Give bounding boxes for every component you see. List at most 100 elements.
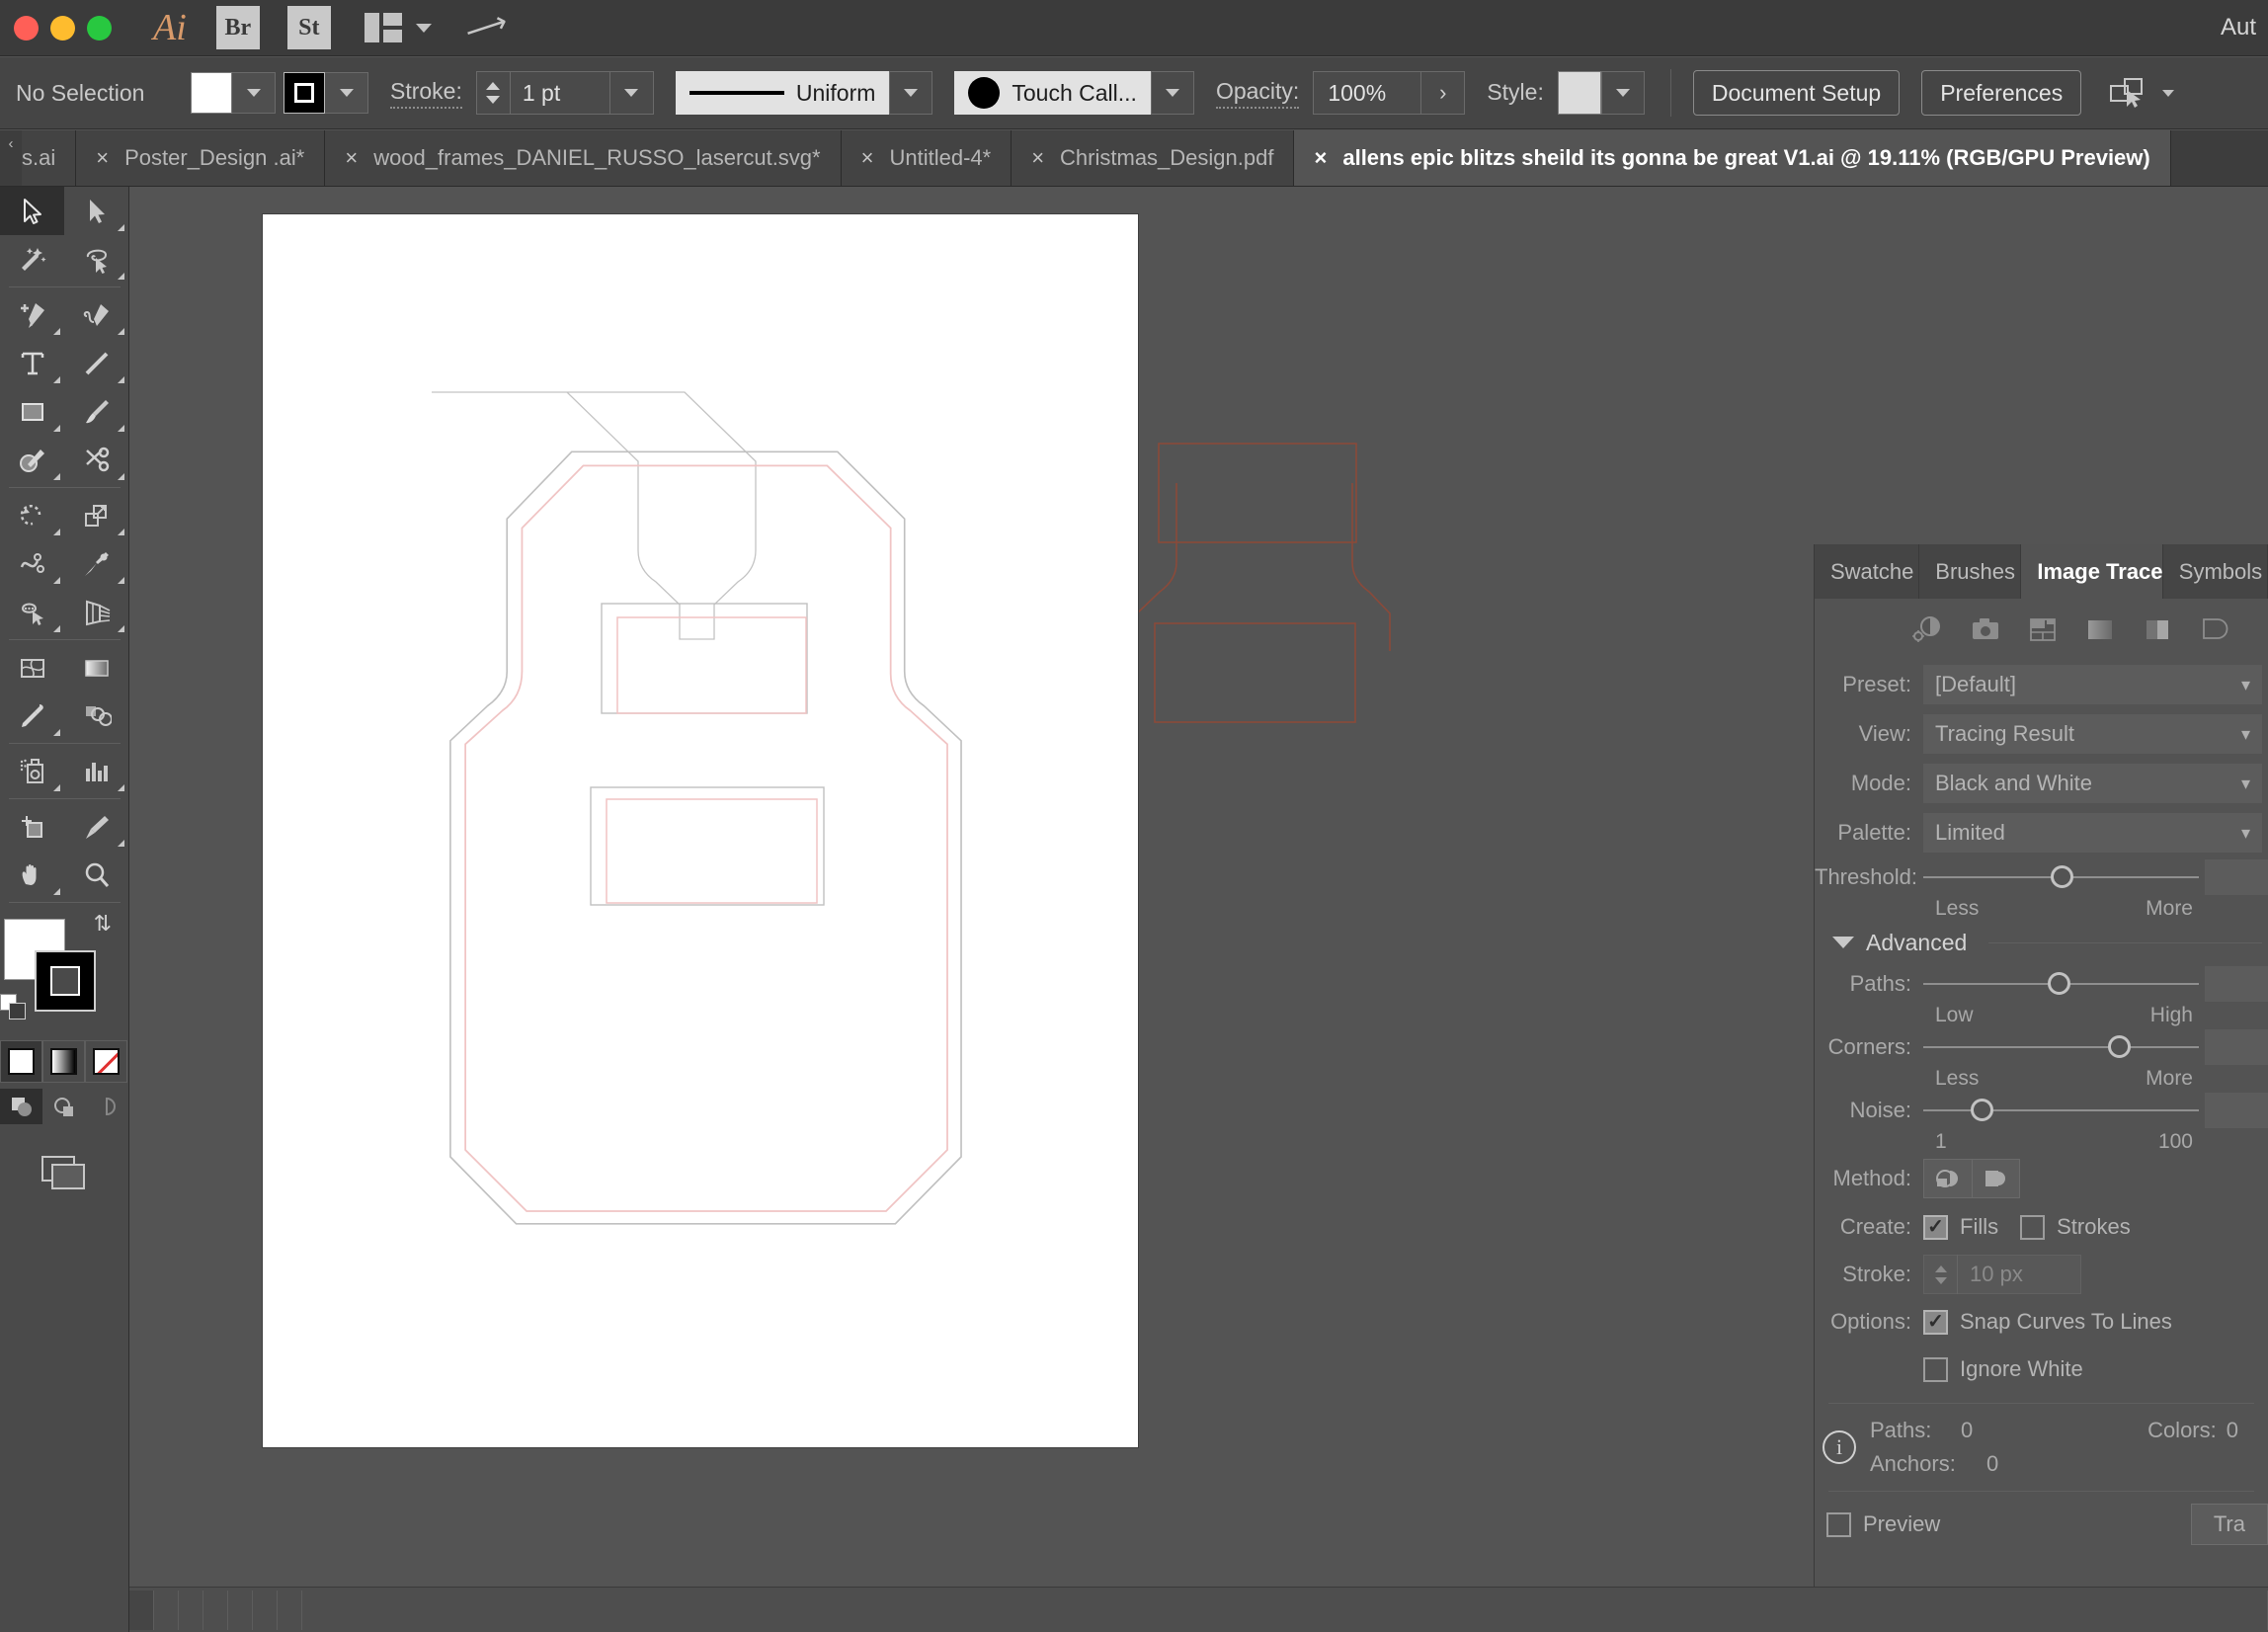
high-fidelity-photo-icon[interactable] [1969, 614, 2002, 644]
mode-select[interactable]: Black and White ▾ [1923, 764, 2262, 803]
tab-close-icon[interactable]: × [96, 145, 109, 171]
document-tab[interactable]: × wood_frames_DANIEL_RUSSO_lasercut.svg* [325, 130, 842, 186]
stroke-weight-value[interactable]: 1 pt [511, 80, 609, 107]
document-tab[interactable]: × Poster_Design .ai* [76, 130, 326, 186]
shaper-tool[interactable] [0, 436, 64, 484]
artboard[interactable] [262, 213, 1139, 1448]
noise-slider[interactable] [1923, 1091, 2199, 1130]
rectangle-tool[interactable] [0, 387, 64, 436]
maximize-window-button[interactable] [87, 15, 112, 41]
direct-selection-tool[interactable] [64, 187, 128, 235]
symbol-sprayer-tool[interactable] [0, 747, 64, 795]
none-mode-button[interactable] [85, 1040, 127, 1083]
style-chevron-down-icon[interactable] [1600, 71, 1645, 115]
mode-chevron-down-icon[interactable]: ▾ [2241, 774, 2250, 794]
close-window-button[interactable] [14, 15, 39, 41]
artboard-nav-first[interactable] [179, 1590, 203, 1630]
stroke-dropdown-chevron-icon[interactable] [325, 72, 368, 114]
stroke-weight-stepper[interactable]: 1 pt [475, 71, 654, 115]
stroke-width-spinner-icon[interactable] [1924, 1255, 1958, 1294]
draw-normal-button[interactable] [0, 1089, 42, 1124]
puppet-warp-tool[interactable] [64, 539, 128, 588]
slice-tool[interactable] [64, 802, 128, 851]
document-setup-button[interactable]: Document Setup [1692, 70, 1901, 116]
document-tab[interactable]: × Untitled-4* [841, 130, 1012, 186]
corners-value[interactable] [2205, 1029, 2268, 1065]
scissors-tool[interactable] [64, 436, 128, 484]
select-similar-control[interactable] [2109, 76, 2175, 110]
opacity-options-arrow-icon[interactable]: › [1421, 71, 1466, 115]
magic-wand-tool[interactable] [0, 235, 64, 284]
shape-builder-tool[interactable] [0, 588, 64, 636]
mesh-tool[interactable] [0, 643, 64, 692]
minimize-window-button[interactable] [50, 15, 75, 41]
arrange-documents-icon[interactable] [364, 13, 402, 42]
stroke-profile-combo[interactable]: Uniform [675, 71, 890, 115]
draw-behind-button[interactable] [42, 1089, 85, 1124]
selection-tool[interactable] [0, 187, 64, 235]
advanced-section-header[interactable]: Advanced [1815, 921, 2268, 964]
draw-inside-button[interactable] [85, 1089, 127, 1124]
fill-swatch[interactable] [191, 72, 232, 114]
artboard-number-field[interactable] [228, 1590, 253, 1630]
artboard-nav-last[interactable] [278, 1590, 302, 1630]
document-tab[interactable]: × Christmas_Design.pdf [1012, 130, 1295, 186]
create-fills-checkbox[interactable] [1923, 1214, 1948, 1240]
low-fidelity-photo-icon[interactable] [2026, 614, 2060, 644]
opacity-value[interactable]: 100% [1313, 71, 1422, 115]
noise-slider-knob[interactable] [1970, 1099, 1993, 1121]
stroke-color-control[interactable] [284, 72, 368, 114]
graphic-style-swatch[interactable] [1557, 71, 1601, 115]
stroke-swatch[interactable] [284, 72, 325, 114]
stroke-weight-chevron-down-icon[interactable] [608, 71, 653, 115]
tab-brushes[interactable]: Brushes [1919, 544, 2022, 599]
width-tool[interactable] [0, 539, 64, 588]
gradient-mode-button[interactable] [42, 1040, 85, 1083]
artboard-nav-prev[interactable] [203, 1590, 228, 1630]
paths-slider[interactable] [1923, 964, 2199, 1004]
threshold-slider-knob[interactable] [2050, 865, 2073, 888]
pen-tool[interactable] [0, 290, 64, 339]
tab-close-icon[interactable]: × [345, 145, 358, 171]
type-tool[interactable] [0, 339, 64, 387]
overlapping-method-button[interactable] [1972, 1160, 2019, 1197]
palette-chevron-down-icon[interactable]: ▾ [2241, 823, 2250, 844]
tab-image-trace[interactable]: Image Trace [2021, 544, 2163, 599]
default-fill-stroke-icon[interactable] [0, 994, 26, 1020]
stroke-width-stepper[interactable]: 10 px [1923, 1255, 2081, 1294]
view-chevron-down-icon[interactable]: ▾ [2241, 724, 2250, 745]
tab-swatches[interactable]: Swatche [1815, 544, 1920, 599]
paths-slider-knob[interactable] [2047, 972, 2070, 995]
toolbar-stroke-swatch[interactable] [35, 950, 96, 1012]
artboard-tool[interactable] [0, 802, 64, 851]
zoom-tool[interactable] [64, 851, 128, 899]
create-strokes-checkbox[interactable] [2020, 1214, 2046, 1240]
screen-mode-button[interactable] [37, 1150, 92, 1193]
artboard-nav-next[interactable] [253, 1590, 278, 1630]
brush-definition-combo[interactable]: Touch Call... [954, 71, 1151, 115]
preset-chevron-down-icon[interactable]: ▾ [2241, 675, 2250, 695]
noise-value[interactable] [2205, 1093, 2268, 1128]
trace-button[interactable]: Tra [2190, 1504, 2268, 1545]
tab-close-icon[interactable]: × [861, 145, 874, 171]
silhouettes-icon[interactable] [2198, 614, 2231, 644]
preset-select[interactable]: [Default] ▾ [1923, 665, 2262, 704]
snap-curves-checkbox[interactable] [1923, 1309, 1948, 1335]
scale-tool[interactable] [64, 491, 128, 539]
color-mode-button[interactable] [0, 1040, 42, 1083]
shield-artwork[interactable] [263, 214, 1140, 1449]
blend-tool[interactable] [64, 692, 128, 740]
arrange-chevron-down-icon[interactable] [415, 23, 432, 33]
stock-icon[interactable]: St [286, 6, 331, 49]
hand-tool[interactable] [0, 851, 64, 899]
document-tab-active[interactable]: × allens epic blitzs sheild its gonna be… [1294, 130, 2171, 186]
paths-value[interactable] [2205, 966, 2268, 1002]
curvature-tool[interactable] [64, 290, 128, 339]
eyedropper-tool[interactable] [0, 692, 64, 740]
swap-fill-stroke-icon[interactable]: ⇅ [94, 911, 112, 937]
view-select[interactable]: Tracing Result ▾ [1923, 714, 2262, 754]
threshold-value[interactable] [2205, 859, 2268, 895]
gradient-tool[interactable] [64, 643, 128, 692]
brush-definition-chevron-down-icon[interactable] [1150, 71, 1194, 115]
stroke-width-value[interactable]: 10 px [1958, 1262, 2023, 1287]
